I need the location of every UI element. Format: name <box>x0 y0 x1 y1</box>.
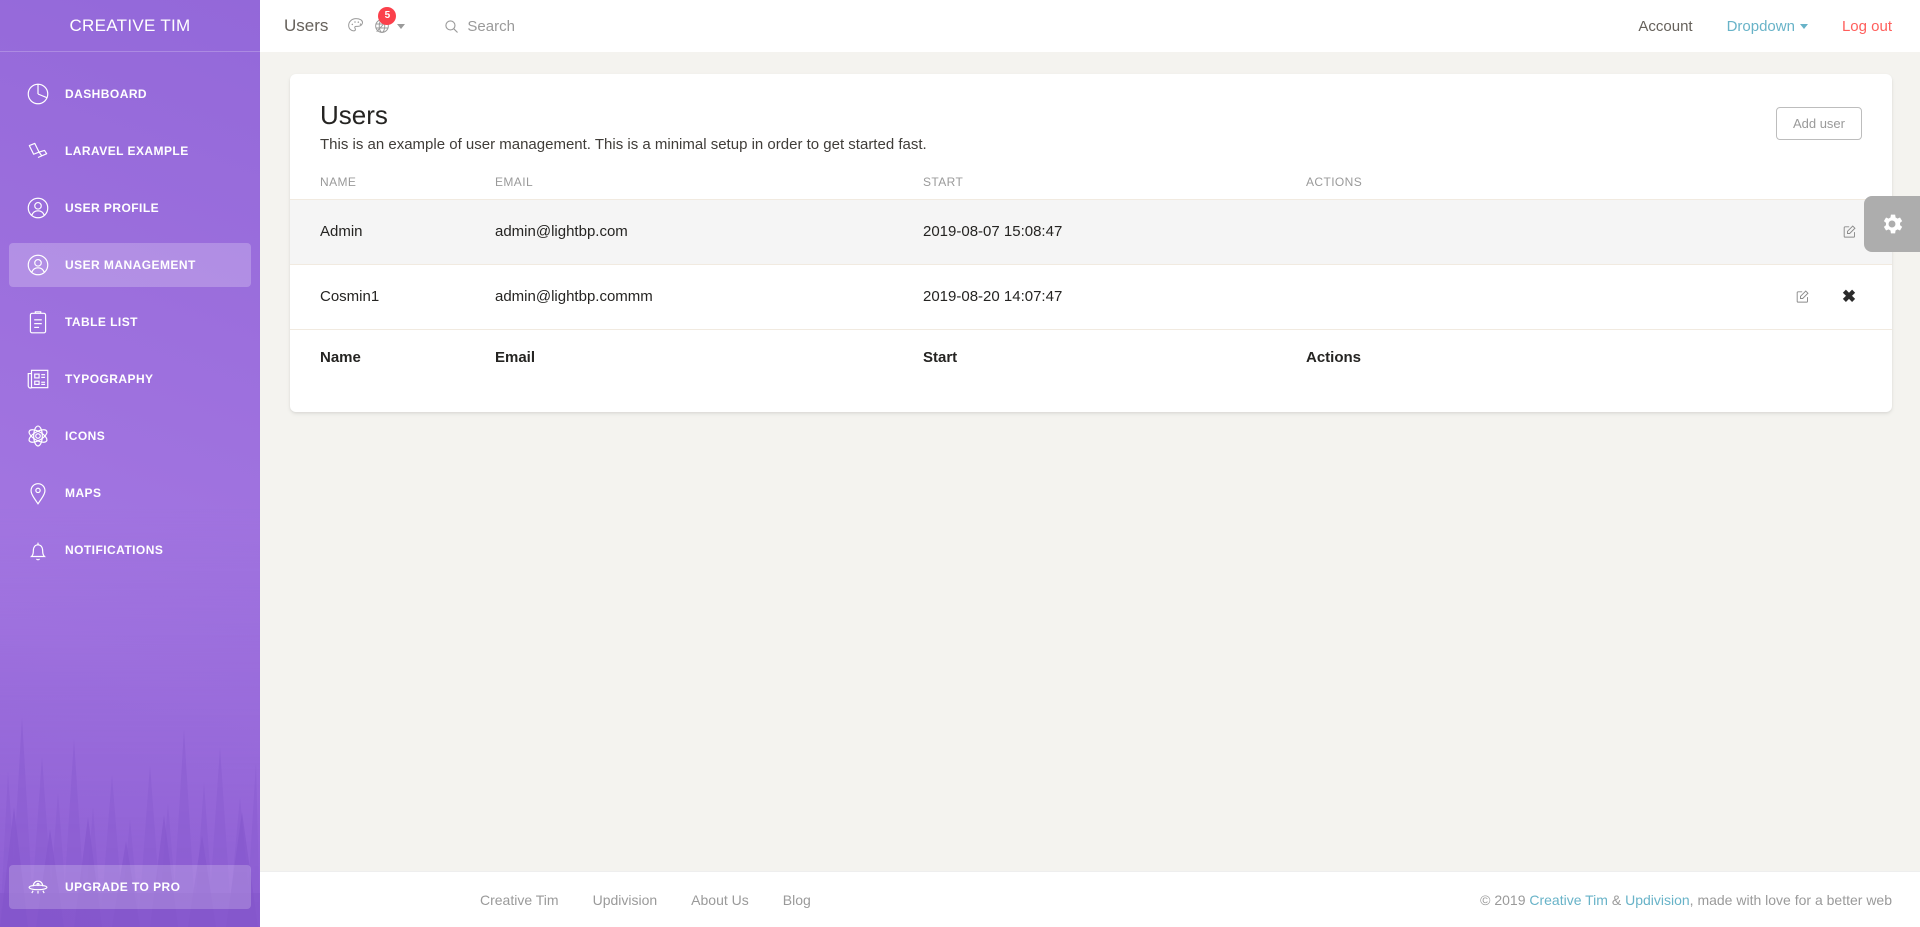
cell-start: 2019-08-07 15:08:47 <box>923 199 1306 265</box>
upgrade-to-pro-label: UPGRADE TO PRO <box>65 880 181 894</box>
pie-chart-icon <box>23 79 53 109</box>
add-user-button[interactable]: Add user <box>1775 107 1862 140</box>
card-header-text: Users This is an example of user managem… <box>320 99 927 153</box>
sidebar-item-typography[interactable]: TYPOGRAPHY <box>9 357 251 401</box>
sidebar-item-user-management[interactable]: USER MANAGEMENT <box>9 243 251 287</box>
map-pin-icon <box>23 478 53 508</box>
cell-email: admin@lightbp.commm <box>495 264 923 330</box>
sidebar-item-label: USER PROFILE <box>65 201 160 215</box>
chevron-down-icon <box>397 23 406 29</box>
top-navbar: Users 5 Search Account Dropdown Log out <box>260 0 1920 52</box>
atom-icon <box>23 421 53 451</box>
table-footer-row: Name Email Start Actions <box>290 329 1892 412</box>
account-link[interactable]: Account <box>1638 18 1692 35</box>
sidebar-item-user-profile[interactable]: USER PROFILE <box>9 186 251 230</box>
copyright-link-updivision[interactable]: Updivision <box>1625 892 1690 908</box>
footer-link-blog[interactable]: Blog <box>783 892 811 908</box>
search-placeholder: Search <box>467 17 515 35</box>
sidebar: CREATIVE TIM DASHBOARD LARAVEL EXAMPLE U… <box>0 0 260 927</box>
clipboard-icon <box>23 307 53 337</box>
close-icon: ✖ <box>1841 287 1857 306</box>
notification-badge: 5 <box>378 7 397 25</box>
table-header-row: NAME EMAIL START ACTIONS <box>290 164 1892 200</box>
sidebar-item-dashboard[interactable]: DASHBOARD <box>9 72 251 116</box>
user-circle-icon <box>23 250 53 280</box>
dropdown-menu[interactable]: Dropdown <box>1727 18 1808 35</box>
users-table: NAME EMAIL START ACTIONS Admin admin@lig… <box>290 164 1892 412</box>
page-title: Users <box>284 16 329 35</box>
footer-link-about-us[interactable]: About Us <box>691 892 749 908</box>
sidebar-item-label: USER MANAGEMENT <box>65 258 196 272</box>
sidebar-item-label: MAPS <box>65 486 102 500</box>
newspaper-icon <box>23 364 53 394</box>
notifications-dropdown[interactable]: 5 <box>372 7 406 36</box>
chevron-down-icon <box>1799 23 1808 29</box>
delete-icon[interactable]: ✖ <box>1836 284 1862 310</box>
footer-link-creative-tim[interactable]: Creative Tim <box>480 892 559 908</box>
search-input[interactable]: Search <box>443 18 515 35</box>
footer-links: Creative Tim Updivision About Us Blog <box>480 892 845 908</box>
footer-cell-actions: Actions <box>1306 348 1362 366</box>
cell-start: 2019-08-20 14:07:47 <box>923 264 1306 330</box>
copyright-prefix: © 2019 <box>1480 891 1530 908</box>
cell-name: Cosmin1 <box>290 264 495 330</box>
sidebar-item-label: ICONS <box>65 429 106 443</box>
bell-icon <box>23 535 53 565</box>
column-header-start[interactable]: START <box>923 164 1306 200</box>
footer-cell-name: Name <box>320 348 361 366</box>
users-card: Users This is an example of user managem… <box>290 74 1892 412</box>
upgrade-to-pro-button[interactable]: UPGRADE TO PRO <box>9 865 251 909</box>
sidebar-nav: DASHBOARD LARAVEL EXAMPLE USER PROFILE U… <box>0 72 260 572</box>
laravel-icon <box>23 136 53 166</box>
copyright-suffix: , made with love for a better web <box>1689 891 1892 908</box>
footer-cell-start: Start <box>923 348 958 366</box>
column-header-actions[interactable]: ACTIONS <box>1306 164 1892 200</box>
card-header: Users This is an example of user managem… <box>290 74 1892 165</box>
sidebar-item-label: TABLE LIST <box>65 315 138 329</box>
footer-copyright: © 2019 Creative Tim & Updivision, made w… <box>1480 892 1892 908</box>
gear-icon <box>1883 214 1903 234</box>
sidebar-item-maps[interactable]: MAPS <box>9 471 251 515</box>
cell-email: admin@lightbp.com <box>495 199 923 265</box>
user-circle-icon <box>23 193 53 223</box>
cell-actions: ✖ <box>1306 264 1892 330</box>
sidebar-item-table-list[interactable]: TABLE LIST <box>9 300 251 344</box>
users-table-head: NAME EMAIL START ACTIONS <box>290 164 1892 200</box>
brand-label: CREATIVE TIM <box>69 15 191 35</box>
column-header-name[interactable]: NAME <box>290 164 495 200</box>
sidebar-item-icons[interactable]: ICONS <box>9 414 251 458</box>
cell-name: Admin <box>290 199 495 265</box>
content-area: Users This is an example of user managem… <box>260 52 1920 871</box>
cell-actions <box>1306 199 1892 265</box>
table-row[interactable]: Admin admin@lightbp.com 2019-08-07 15:08… <box>290 199 1892 265</box>
search-icon <box>445 19 459 33</box>
sidebar-item-label: NOTIFICATIONS <box>65 543 164 557</box>
edit-icon[interactable] <box>1836 219 1862 245</box>
sidebar-item-label: TYPOGRAPHY <box>65 372 154 386</box>
page-footer: Creative Tim Updivision About Us Blog © … <box>260 871 1920 927</box>
sidebar-item-label: DASHBOARD <box>65 87 148 101</box>
sidebar-item-notifications[interactable]: NOTIFICATIONS <box>9 528 251 572</box>
card-subtitle: This is an example of user management. T… <box>320 135 927 153</box>
main-area: Users 5 Search Account Dropdown Log out … <box>260 0 1920 927</box>
sidebar-item-label: LARAVEL EXAMPLE <box>65 144 189 158</box>
ufo-icon <box>23 872 53 902</box>
footer-link-updivision[interactable]: Updivision <box>593 892 658 908</box>
card-title: Users <box>320 100 388 130</box>
footer-cell-email: Email <box>495 348 536 366</box>
palette-icon[interactable] <box>346 16 366 36</box>
dropdown-label: Dropdown <box>1726 17 1795 35</box>
users-table-body: Admin admin@lightbp.com 2019-08-07 15:08… <box>290 199 1892 412</box>
settings-panel-toggle[interactable] <box>1864 196 1920 252</box>
column-header-email[interactable]: EMAIL <box>495 164 923 200</box>
edit-icon[interactable] <box>1790 284 1816 310</box>
table-row[interactable]: Cosmin1 admin@lightbp.commm 2019-08-20 1… <box>290 264 1892 330</box>
copyright-ampersand: & <box>1607 891 1626 908</box>
sidebar-item-laravel-example[interactable]: LARAVEL EXAMPLE <box>9 129 251 173</box>
logout-link[interactable]: Log out <box>1842 18 1892 35</box>
copyright-link-creative-tim[interactable]: Creative Tim <box>1529 892 1608 908</box>
sidebar-brand[interactable]: CREATIVE TIM <box>0 0 260 52</box>
